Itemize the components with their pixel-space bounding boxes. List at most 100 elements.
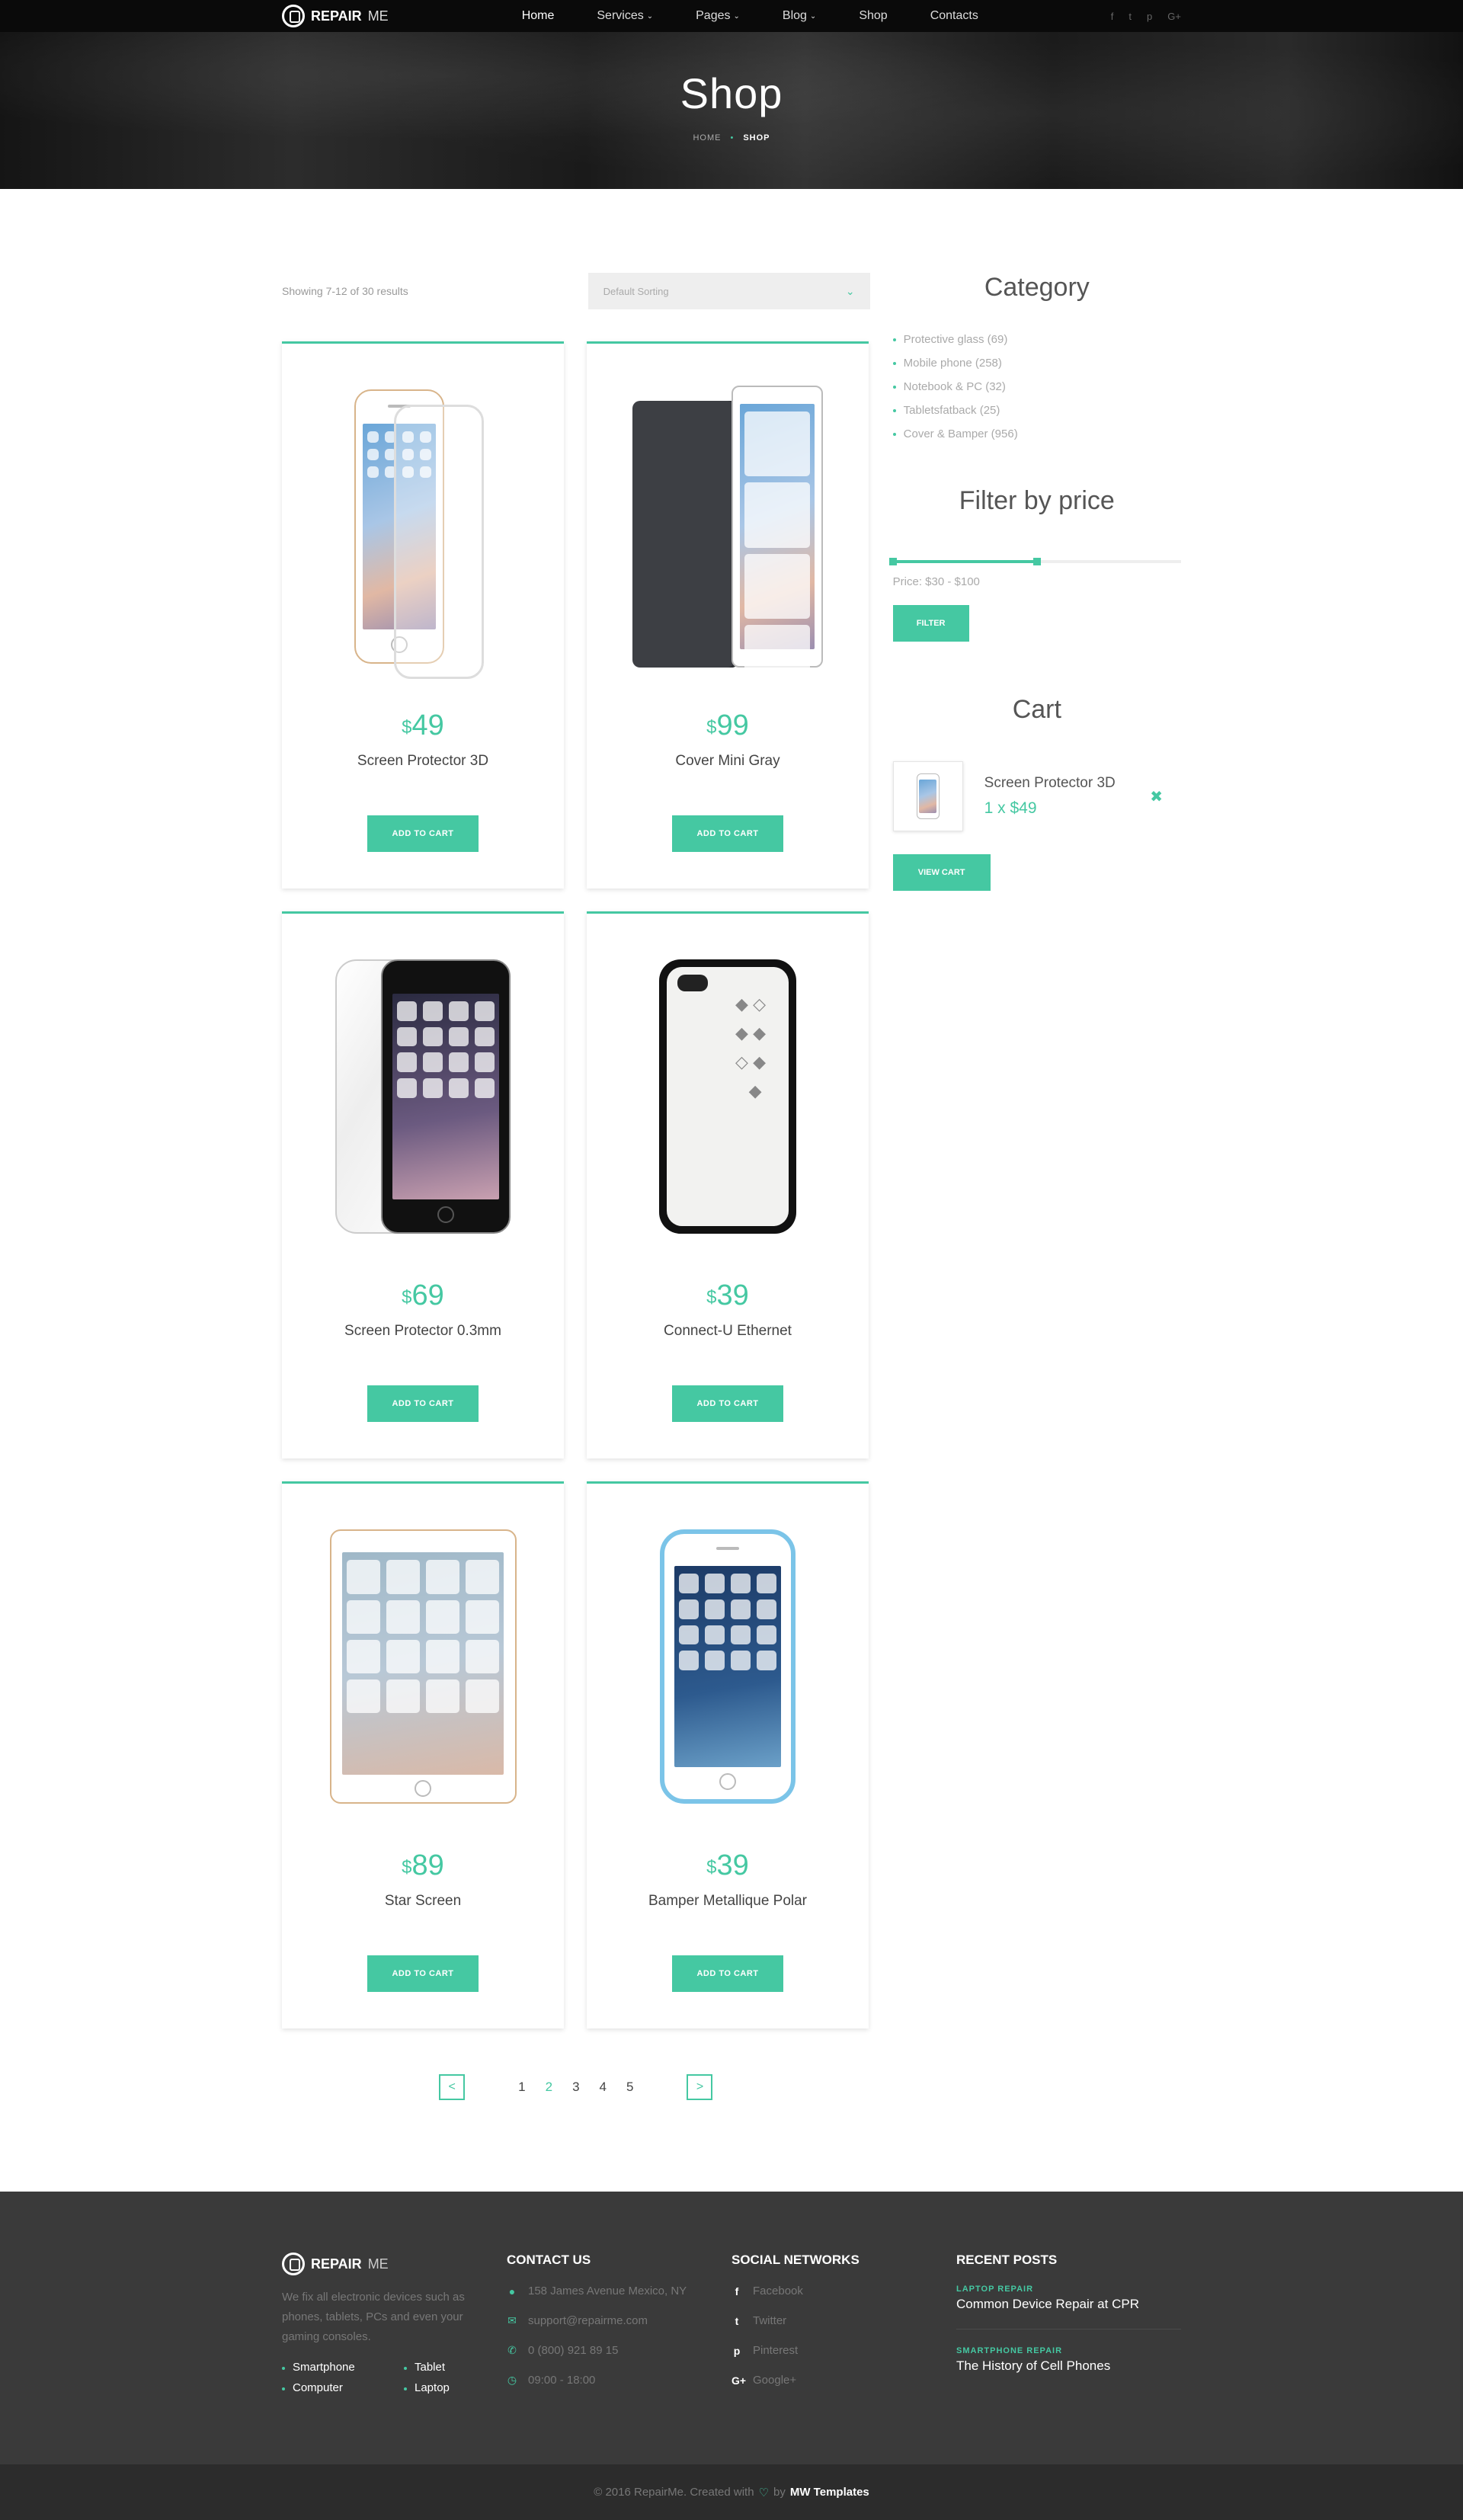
cart-item-thumbnail[interactable] <box>892 761 963 831</box>
product-image[interactable] <box>282 944 564 1249</box>
product-image[interactable] <box>587 374 869 690</box>
category-item[interactable]: Protective glass (69) <box>892 333 1181 346</box>
price-slider[interactable] <box>888 558 1181 565</box>
page-link[interactable]: 5 <box>626 2080 633 2095</box>
post-title[interactable]: Common Device Repair at CPR <box>956 2297 1181 2312</box>
googleplus-icon[interactable]: G+ <box>1167 11 1181 22</box>
nav-item-shop[interactable]: Shop <box>859 9 887 23</box>
product-name[interactable]: Screen Protector 3D <box>282 753 564 770</box>
social-link[interactable]: G+ Google+ <box>732 2374 956 2387</box>
category-item[interactable]: Tabletsfatback (25) <box>892 404 1181 417</box>
cart-widget: Cart Screen Protector 3D 1 x $49 ✖ VIEW … <box>892 695 1181 891</box>
pinterest-icon[interactable]: p <box>1147 11 1152 22</box>
brand-light: ME <box>367 8 389 24</box>
footer-link[interactable]: Laptop <box>404 2381 480 2394</box>
chevron-down-icon: ⌄ <box>646 11 654 21</box>
currency-symbol: $ <box>706 717 717 738</box>
cart-item-name[interactable]: Screen Protector 3D <box>984 775 1151 792</box>
price-slider-min-handle[interactable] <box>888 558 897 565</box>
next-page-button[interactable]: > <box>687 2074 713 2100</box>
social-text: Facebook <box>753 2285 803 2297</box>
iphone-glass-icon[interactable] <box>354 389 491 679</box>
chevron-down-icon: ⌄ <box>733 11 740 21</box>
post-title[interactable]: The History of Cell Phones <box>956 2358 1181 2374</box>
contact-row: ✉ support@repairme.com <box>507 2314 732 2327</box>
twitter-icon[interactable]: t <box>1128 11 1132 22</box>
footer-link[interactable]: Tablet <box>404 2361 480 2374</box>
nav-item-label: Shop <box>859 9 888 22</box>
add-to-cart-button[interactable]: ADD TO CART <box>672 1385 783 1422</box>
breadcrumb-home[interactable]: HOME <box>693 133 721 142</box>
filter-button[interactable]: FILTER <box>892 605 969 642</box>
contact-row: ● 158 James Avenue Mexico, NY <box>507 2285 732 2297</box>
sorting-select[interactable]: Default Sorting ⌄ <box>587 273 870 309</box>
shop-content: Showing 7-12 of 30 results Default Sorti… <box>282 273 870 2100</box>
footer-logo[interactable]: REPAIR ME <box>282 2253 507 2275</box>
add-to-cart-button[interactable]: ADD TO CART <box>672 1955 783 1992</box>
envelope-icon: ✉ <box>507 2314 517 2326</box>
social-link[interactable]: t Twitter <box>732 2314 956 2327</box>
remove-item-icon[interactable]: ✖ <box>1150 787 1163 806</box>
header-socials: f t p G+ <box>1111 11 1181 22</box>
nav-item-pages[interactable]: Pages ⌄ <box>696 9 740 23</box>
nav-item-services[interactable]: Services ⌄ <box>597 9 653 23</box>
product-card: $49 Screen Protector 3D ADD TO CART <box>282 341 564 889</box>
nav-item-label: Home <box>521 9 555 22</box>
add-to-cart-button[interactable]: ADD TO CART <box>367 1955 479 1992</box>
sidebar: Category Protective glass (69) Mobile pho… <box>888 273 1181 2100</box>
nav-item-contacts[interactable]: Contacts <box>930 9 978 23</box>
cart-item-info: Screen Protector 3D 1 x $49 <box>984 775 1151 818</box>
footer-brand-light: ME <box>367 2256 389 2272</box>
product-name[interactable]: Star Screen <box>282 1893 564 1910</box>
prev-page-button[interactable]: < <box>439 2074 466 2100</box>
page-link[interactable]: 3 <box>572 2080 579 2095</box>
copyright-text: © 2016 RepairMe. Created with <box>594 2486 754 2499</box>
nav-item-blog[interactable]: Blog ⌄ <box>783 9 816 23</box>
social-text: Google+ <box>753 2374 797 2387</box>
footer-link[interactable]: Smartphone <box>282 2361 404 2374</box>
posts-list: LAPTOP REPAIR Common Device Repair at CPR… <box>956 2285 1181 2390</box>
map-pin-icon: ● <box>508 2285 516 2297</box>
product-name[interactable]: Connect-U Ethernet <box>587 1323 869 1340</box>
product-image[interactable] <box>282 374 564 679</box>
heart-icon: ♡ <box>758 2486 770 2499</box>
category-item[interactable]: Notebook & PC (32) <box>892 380 1181 393</box>
product-image[interactable]: ◆ ◇ ◆ ◆ ◇ ◆ ◆ <box>587 944 869 1249</box>
footer-link[interactable]: Computer <box>282 2381 404 2394</box>
category-item[interactable]: Cover & Bamper (956) <box>892 427 1181 440</box>
social-list: f Facebook t Twitter p Pinterest G+ Google+ <box>732 2285 956 2387</box>
posts-title: RECENT POSTS <box>956 2253 1058 2267</box>
facebook-icon[interactable]: f <box>1111 11 1114 22</box>
page-link[interactable]: 4 <box>600 2080 607 2095</box>
product-image[interactable] <box>587 1514 869 1819</box>
nav-item-home[interactable]: Home <box>522 9 555 23</box>
ipad-mini-icon[interactable] <box>329 1529 517 1804</box>
iphone-screen-protector-icon[interactable] <box>335 959 511 1234</box>
ipad-cover-icon[interactable] <box>632 386 823 690</box>
page-link[interactable]: 2 <box>546 2080 552 2095</box>
category-item[interactable]: Mobile phone (258) <box>892 357 1181 370</box>
post-category[interactable]: SMARTPHONE REPAIR <box>956 2346 1181 2355</box>
brand-logo[interactable]: REPAIR ME <box>282 5 389 27</box>
product-price: $99 <box>587 709 869 742</box>
author-link[interactable]: MW Templates <box>790 2486 869 2499</box>
social-link[interactable]: f Facebook <box>732 2285 956 2297</box>
social-link[interactable]: p Pinterest <box>732 2344 956 2357</box>
product-image[interactable] <box>282 1514 564 1819</box>
footer-description: We fix all electronic devices such as ph… <box>282 2291 465 2343</box>
currency-symbol: $ <box>706 1857 717 1878</box>
product-name[interactable]: Bamper Metallique Polar <box>587 1893 869 1910</box>
product-name[interactable]: Screen Protector 0.3mm <box>282 1323 564 1340</box>
post-category[interactable]: LAPTOP REPAIR <box>956 2285 1181 2294</box>
add-to-cart-button[interactable]: ADD TO CART <box>367 815 479 852</box>
facebook-icon: f <box>735 2285 739 2297</box>
blue-bumper-iphone-icon[interactable] <box>660 1529 796 1804</box>
studded-case-icon[interactable]: ◆ ◇ ◆ ◆ ◇ ◆ ◆ <box>659 959 796 1234</box>
cart-item: Screen Protector 3D 1 x $49 ✖ <box>892 761 1181 831</box>
page-link[interactable]: 1 <box>518 2080 525 2095</box>
add-to-cart-button[interactable]: ADD TO CART <box>367 1385 479 1422</box>
product-name[interactable]: Cover Mini Gray <box>587 753 869 770</box>
price-slider-max-handle[interactable] <box>1032 558 1041 565</box>
add-to-cart-button[interactable]: ADD TO CART <box>672 815 783 852</box>
view-cart-button[interactable]: VIEW CART <box>892 854 991 891</box>
